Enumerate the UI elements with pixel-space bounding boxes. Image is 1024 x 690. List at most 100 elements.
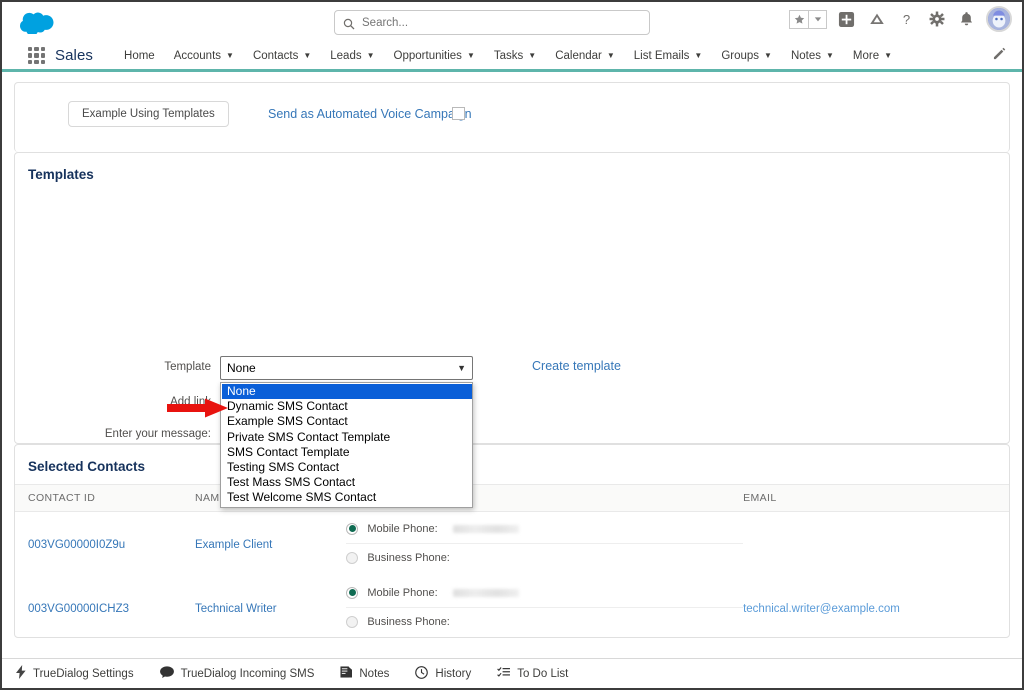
contact-id-link[interactable]: 003VG00000I0Z9u: [28, 539, 125, 551]
salesforce-window: ?: [0, 0, 1024, 690]
nav-item-notes[interactable]: Notes ▼: [782, 47, 843, 65]
nav-item-accounts[interactable]: Accounts ▼: [165, 47, 243, 65]
template-select-value: None: [227, 361, 256, 375]
utility-bar: TrueDialog Settings TrueDialog Incoming …: [2, 658, 1022, 688]
business-phone-radio[interactable]: [346, 616, 359, 628]
utility-item-truedialog-settings[interactable]: TrueDialog Settings: [16, 665, 134, 682]
contacts-table-header: CONTACT ID NAME MOBILE EMAIL: [15, 484, 1009, 512]
nav-item-opportunities[interactable]: Opportunities ▼: [385, 47, 484, 65]
chevron-down-icon: ▼: [694, 50, 703, 60]
message-field-label: Enter your message:: [104, 428, 211, 440]
table-header-row: CONTACT ID NAME MOBILE EMAIL: [15, 484, 1009, 512]
utility-item-label: TrueDialog Settings: [33, 667, 134, 680]
contact-id-link[interactable]: 003VG00000ICHZ3: [28, 603, 129, 615]
pencil-edit-icon[interactable]: [993, 47, 1006, 65]
dropdown-option-dynamic-sms-contact[interactable]: Dynamic SMS Contact: [222, 399, 472, 414]
nav-item-list: Home Accounts ▼ Contacts ▼ Leads ▼ Oppor…: [115, 47, 901, 65]
favorites-caret-icon[interactable]: [808, 9, 827, 29]
mobile-phone-radio[interactable]: [346, 586, 359, 599]
nav-item-groups[interactable]: Groups ▼: [712, 47, 781, 65]
mobile-phone-radio[interactable]: [346, 522, 359, 535]
chevron-down-icon: ▼: [606, 50, 615, 60]
svg-text:?: ?: [903, 12, 910, 27]
table-row: 003VG00000I0Z9u Example Client Mobile Ph…: [15, 512, 1009, 576]
selected-contacts-title: Selected Contacts: [28, 459, 146, 474]
contact-name-link[interactable]: Technical Writer: [195, 603, 277, 615]
nav-item-label: Opportunities: [393, 49, 462, 62]
nav-item-label: Accounts: [173, 49, 222, 62]
setup-gear-icon[interactable]: [926, 9, 947, 30]
chevron-down-icon: ▼: [466, 50, 475, 60]
dropdown-option-private-sms-contact-template[interactable]: Private SMS Contact Template: [222, 430, 472, 445]
business-phone-radio[interactable]: [346, 552, 359, 565]
create-template-link[interactable]: Create template: [532, 359, 621, 373]
voice-campaign-label: Send as Automated Voice Campaign: [268, 107, 472, 121]
contact-name-link[interactable]: Example Client: [195, 539, 272, 551]
business-phone-label: Business Phone:: [367, 616, 450, 628]
app-name[interactable]: Sales: [55, 47, 93, 64]
favorites-star-icon[interactable]: [789, 9, 808, 29]
dropdown-option-testing-sms-contact[interactable]: Testing SMS Contact: [222, 460, 472, 475]
template-dropdown-list[interactable]: None Dynamic SMS Contact Example SMS Con…: [220, 382, 473, 508]
nav-item-calendar[interactable]: Calendar ▼: [546, 47, 624, 65]
column-header-email[interactable]: EMAIL: [743, 484, 1009, 512]
chevron-down-icon: ▼: [884, 50, 893, 60]
mobile-phone-label: Mobile Phone:: [367, 586, 438, 599]
cell-email: technical.writer@example.com: [743, 576, 1009, 638]
utility-item-truedialog-incoming-sms[interactable]: TrueDialog Incoming SMS: [159, 666, 314, 681]
utility-item-notes[interactable]: Notes: [340, 666, 389, 681]
user-avatar[interactable]: [986, 6, 1012, 32]
nav-item-more[interactable]: More ▼: [844, 47, 901, 65]
salesforce-cloud-logo[interactable]: [19, 10, 54, 36]
dropdown-option-test-mass-sms-contact[interactable]: Test Mass SMS Contact: [222, 475, 472, 490]
dropdown-option-sms-contact-template[interactable]: SMS Contact Template: [222, 445, 472, 460]
nav-item-home[interactable]: Home: [115, 47, 164, 65]
help-icon[interactable]: ?: [896, 9, 917, 30]
utility-item-to-do-list[interactable]: To Do List: [497, 666, 568, 681]
dropdown-option-example-sms-contact[interactable]: Example SMS Contact: [222, 414, 472, 429]
example-using-templates-button[interactable]: Example Using Templates: [68, 101, 229, 127]
mobile-phone-option[interactable]: Mobile Phone:: [346, 515, 744, 544]
business-phone-option[interactable]: Business Phone:: [346, 608, 743, 637]
nav-item-label: Home: [124, 49, 155, 62]
template-select[interactable]: None ▼: [220, 356, 473, 380]
dropdown-option-none[interactable]: None: [222, 384, 472, 400]
search-input[interactable]: [362, 16, 641, 29]
mobile-phone-label: Mobile Phone:: [367, 522, 438, 535]
templates-section-title: Templates: [28, 167, 94, 182]
utility-item-label: History: [435, 667, 472, 680]
contact-email-link[interactable]: technical.writer@example.com: [743, 603, 900, 615]
nav-item-tasks[interactable]: Tasks ▼: [485, 47, 545, 65]
notifications-bell-icon[interactable]: [956, 9, 977, 30]
voice-campaign-checkbox[interactable]: [452, 107, 465, 120]
chevron-down-icon: ▼: [303, 50, 312, 60]
chevron-down-icon: ▼: [226, 50, 234, 60]
app-launcher-waffle-icon[interactable]: [28, 47, 45, 64]
nav-item-contacts[interactable]: Contacts ▼: [244, 47, 320, 65]
cloud-icon[interactable]: [866, 9, 887, 30]
table-row: 003VG00000ICHZ3 Technical Writer Mobile …: [15, 576, 1009, 638]
utility-item-history[interactable]: History: [415, 665, 472, 682]
utility-item-label: Notes: [359, 667, 390, 680]
nav-item-list-emails[interactable]: List Emails ▼: [625, 47, 712, 65]
cell-mobile: Mobile Phone: Business Phone:: [346, 576, 744, 638]
nav-item-label: Leads: [330, 49, 362, 62]
nav-item-label: More: [852, 49, 880, 62]
add-icon[interactable]: [836, 9, 857, 30]
chevron-down-icon: ▼: [826, 50, 834, 60]
notes-icon: [340, 666, 353, 681]
dropdown-option-test-welcome-sms-contact[interactable]: Test Welcome SMS Contact: [222, 490, 472, 505]
global-search[interactable]: [334, 10, 650, 35]
app-navigation-bar: Sales Home Accounts ▼ Contacts ▼ Leads ▼…: [2, 42, 1022, 72]
mobile-phone-option[interactable]: Mobile Phone:: [346, 579, 744, 608]
column-header-contact-id[interactable]: CONTACT ID: [15, 484, 195, 512]
mobile-phone-value-redacted: [452, 524, 519, 533]
contacts-table-body: 003VG00000I0Z9u Example Client Mobile Ph…: [15, 512, 1009, 638]
nav-item-label: Notes: [790, 49, 821, 62]
favorites-group[interactable]: [789, 9, 827, 29]
business-phone-option[interactable]: Business Phone:: [346, 544, 743, 573]
nav-item-label: Groups: [721, 49, 760, 62]
nav-item-leads[interactable]: Leads ▼: [321, 47, 383, 65]
chat-bubble-icon: [159, 666, 174, 681]
cell-email: [743, 512, 1009, 576]
